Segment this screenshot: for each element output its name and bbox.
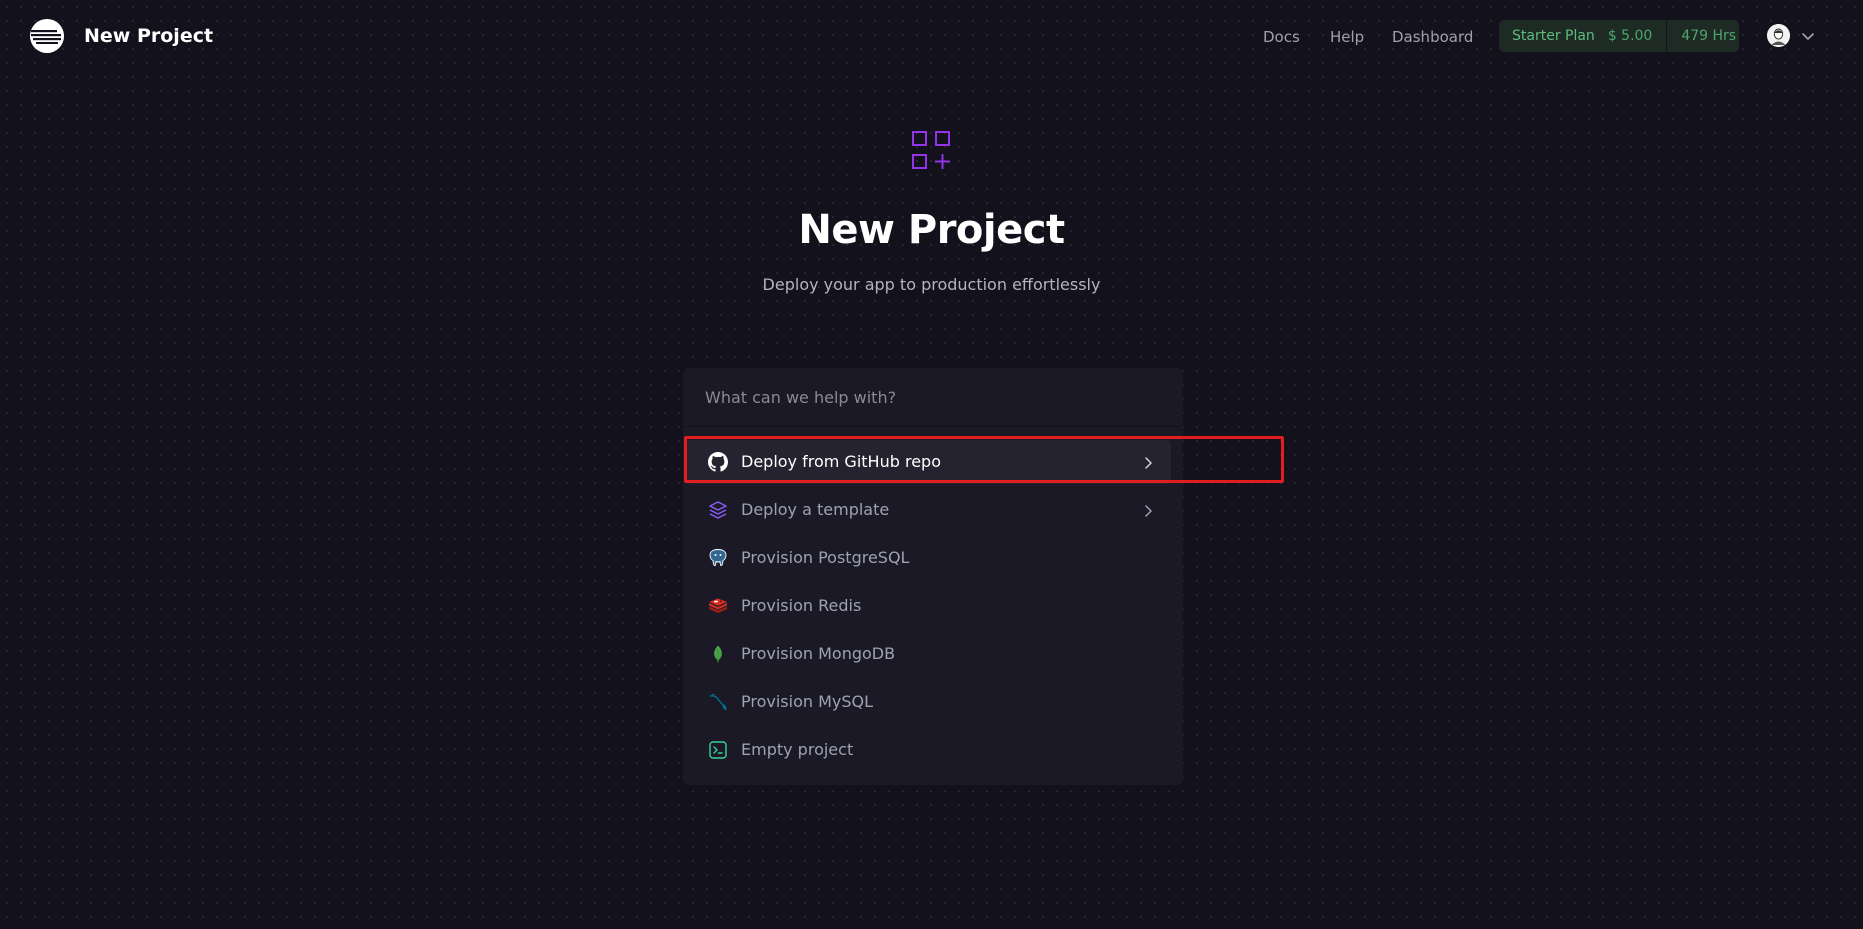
user-avatar[interactable] [1767, 24, 1790, 47]
option-label: Provision MySQL [741, 692, 874, 711]
option-label: Provision PostgreSQL [741, 548, 910, 567]
option-label: Provision MongoDB [741, 644, 896, 663]
option-provision-redis[interactable]: Provision Redis [687, 584, 1171, 628]
plan-hours: 479 Hrs [1681, 28, 1737, 44]
option-list: Deploy from GitHub repo Deploy a templat… [683, 440, 1183, 776]
option-provision-mongodb[interactable]: Provision MongoDB [687, 632, 1171, 676]
option-label: Empty project [741, 740, 854, 759]
chevron-right-icon [1141, 455, 1155, 474]
postgresql-icon [708, 548, 728, 568]
mongodb-icon [708, 644, 728, 664]
layers-icon [708, 500, 728, 520]
nav-docs-link[interactable]: Docs [1263, 28, 1300, 46]
option-deploy-template[interactable]: Deploy a template [687, 488, 1171, 532]
page-subtitle: Deploy your app to production effortless… [762, 275, 1101, 294]
option-provision-mysql[interactable]: Provision MySQL [687, 680, 1171, 724]
redis-icon [708, 596, 728, 616]
user-menu-chevron-down-icon[interactable] [1801, 28, 1815, 47]
terminal-icon [708, 740, 728, 760]
top-header: New Project Docs Help Dashboard Starter … [0, 0, 1863, 74]
search-input[interactable] [705, 385, 1145, 409]
option-label: Deploy a template [741, 500, 890, 519]
app-title: New Project [84, 25, 214, 47]
new-project-grid-plus-icon [912, 131, 952, 175]
option-deploy-github-repo[interactable]: Deploy from GitHub repo [687, 440, 1171, 484]
option-label: Deploy from GitHub repo [741, 452, 941, 471]
new-project-command-panel: Deploy from GitHub repo Deploy a templat… [683, 368, 1183, 785]
option-empty-project[interactable]: Empty project [687, 728, 1171, 772]
option-label: Provision Redis [741, 596, 862, 615]
plan-usage-badge[interactable]: Starter Plan $ 5.00 479 Hrs [1499, 20, 1739, 52]
search-area [683, 368, 1183, 427]
page-title: New Project [798, 207, 1065, 253]
chevron-right-icon [1141, 503, 1155, 522]
plan-divider [1666, 20, 1668, 52]
mysql-icon [708, 692, 728, 712]
nav-help-link[interactable]: Help [1330, 28, 1364, 46]
option-provision-postgresql[interactable]: Provision PostgreSQL [687, 536, 1171, 580]
nav-dashboard-link[interactable]: Dashboard [1392, 28, 1473, 46]
railway-logo-icon[interactable] [30, 19, 64, 53]
plan-credit: $ 5.00 [1607, 28, 1653, 44]
github-icon [708, 452, 728, 472]
plan-name: Starter Plan [1512, 28, 1595, 44]
